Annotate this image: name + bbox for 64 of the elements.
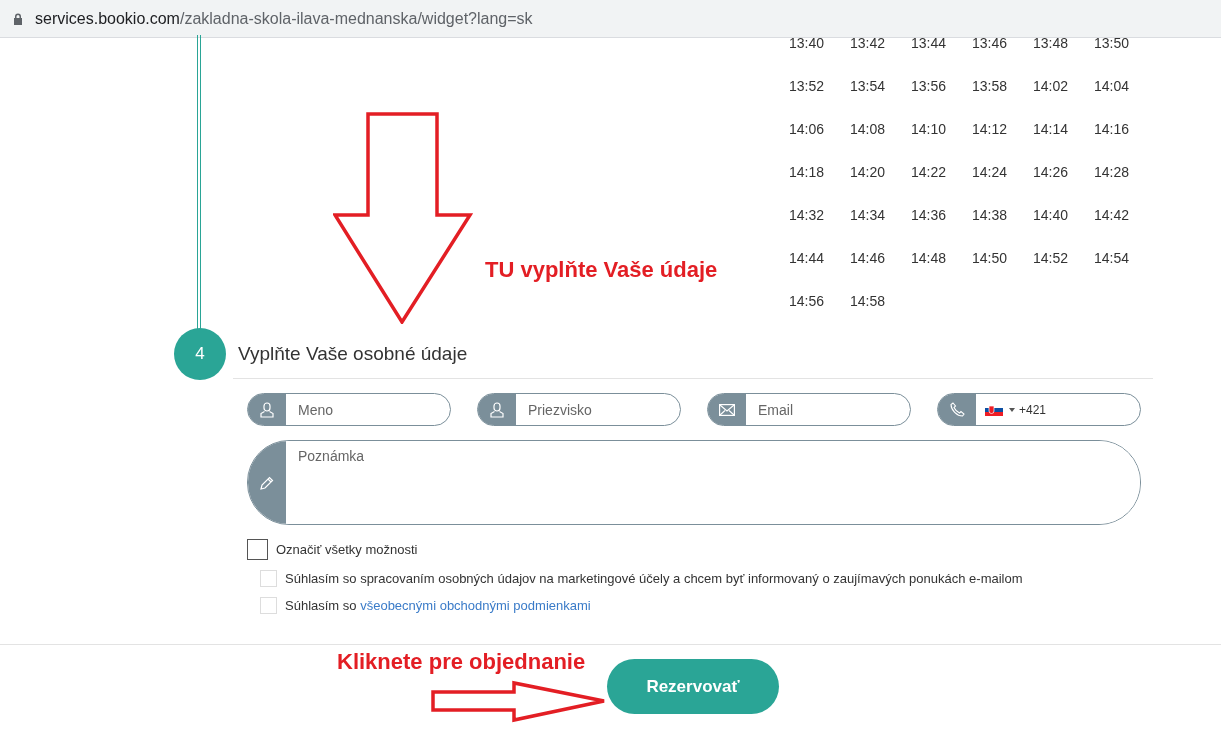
time-slot[interactable]: 14:02 bbox=[1032, 78, 1070, 94]
annotation-text: TU vyplňte Vaše údaje bbox=[485, 257, 718, 283]
time-slot[interactable]: 14:16 bbox=[1093, 121, 1131, 137]
time-slot[interactable]: 14:34 bbox=[849, 207, 887, 223]
time-slot[interactable]: 13:46 bbox=[971, 35, 1009, 51]
consent-text: Súhlasím so spracovaním osobných údajov na marketingové účely a chcem byť informovaný o zaujímavých ponukách e-mailom bbox=[285, 571, 1023, 586]
time-slot[interactable]: 14:54 bbox=[1093, 250, 1131, 266]
time-slot[interactable]: 14:14 bbox=[1032, 121, 1070, 137]
time-slot[interactable]: 14:38 bbox=[971, 207, 1009, 223]
person-icon bbox=[490, 401, 504, 418]
time-slot[interactable]: 14:06 bbox=[788, 121, 826, 137]
time-slot[interactable]: 14:50 bbox=[971, 250, 1009, 266]
time-slot[interactable]: 13:42 bbox=[849, 35, 887, 51]
time-slot[interactable]: 14:20 bbox=[849, 164, 887, 180]
time-slot[interactable]: 14:18 bbox=[788, 164, 826, 180]
consent-text: Súhlasím so všeobecnými obchodnými podmienkami bbox=[285, 598, 591, 613]
time-slot[interactable]: 14:56 bbox=[788, 293, 826, 309]
time-slot[interactable]: 14:28 bbox=[1093, 164, 1131, 180]
name-field[interactable]: Priezvisko bbox=[477, 393, 681, 426]
name-field[interactable]: Meno bbox=[247, 393, 451, 426]
phone-field[interactable]: +421 bbox=[937, 393, 1141, 426]
text-input[interactable]: Meno bbox=[286, 400, 450, 419]
annotation-text: Kliknete pre objednanie bbox=[337, 649, 586, 675]
lock-icon bbox=[13, 12, 23, 25]
time-slot[interactable]: 14:24 bbox=[971, 164, 1009, 180]
time-slot[interactable]: 13:44 bbox=[910, 35, 948, 51]
flag-icon[interactable] bbox=[985, 403, 1003, 416]
time-slot[interactable]: 14:46 bbox=[849, 250, 887, 266]
time-slot[interactable]: 14:22 bbox=[910, 164, 948, 180]
time-slot[interactable]: 14:08 bbox=[849, 121, 887, 137]
time-slot[interactable]: 14:26 bbox=[1032, 164, 1070, 180]
phone-icon bbox=[949, 402, 965, 417]
time-slot[interactable]: 14:04 bbox=[1093, 78, 1131, 94]
text-input[interactable]: Priezvisko bbox=[516, 400, 680, 419]
checkbox[interactable] bbox=[247, 539, 268, 560]
time-slot[interactable]: 13:56 bbox=[910, 78, 948, 94]
step-title: Vyplňte Vaše osobné údaje bbox=[238, 343, 468, 365]
time-slot[interactable]: 14:52 bbox=[1032, 250, 1070, 266]
terms-link[interactable]: všeobecnými obchodnými podmienkami bbox=[360, 598, 591, 613]
time-slot[interactable]: 14:48 bbox=[910, 250, 948, 266]
time-slot[interactable]: 14:12 bbox=[971, 121, 1009, 137]
time-slot[interactable]: 14:10 bbox=[910, 121, 948, 137]
email-field[interactable]: Email bbox=[707, 393, 911, 426]
time-slot[interactable]: 14:58 bbox=[849, 293, 887, 309]
person-icon bbox=[260, 401, 274, 418]
time-slot[interactable]: 13:58 bbox=[971, 78, 1009, 94]
time-slot[interactable]: 13:48 bbox=[1032, 35, 1070, 51]
time-slot[interactable]: 14:32 bbox=[788, 207, 826, 223]
text-input[interactable]: Email bbox=[746, 400, 910, 419]
time-slot[interactable]: 14:36 bbox=[910, 207, 948, 223]
caret-icon[interactable] bbox=[1009, 407, 1015, 412]
pencil-icon bbox=[260, 475, 274, 490]
time-slot[interactable]: 13:40 bbox=[788, 35, 826, 51]
time-slot[interactable]: 13:54 bbox=[849, 78, 887, 94]
time-slot[interactable]: 14:42 bbox=[1093, 207, 1131, 223]
time-slot[interactable]: 13:50 bbox=[1093, 35, 1131, 51]
checkbox-label: Označiť všetky možnosti bbox=[276, 542, 418, 557]
time-slot[interactable]: 14:44 bbox=[788, 250, 826, 266]
time-slot[interactable]: 14:40 bbox=[1032, 207, 1070, 223]
note-field[interactable]: Poznámka bbox=[247, 440, 1141, 525]
phone-input[interactable]: +421 bbox=[1015, 401, 1140, 418]
step-number: 4 bbox=[174, 328, 226, 380]
envelope-icon bbox=[719, 403, 735, 416]
time-slot[interactable]: 13:52 bbox=[788, 78, 826, 94]
